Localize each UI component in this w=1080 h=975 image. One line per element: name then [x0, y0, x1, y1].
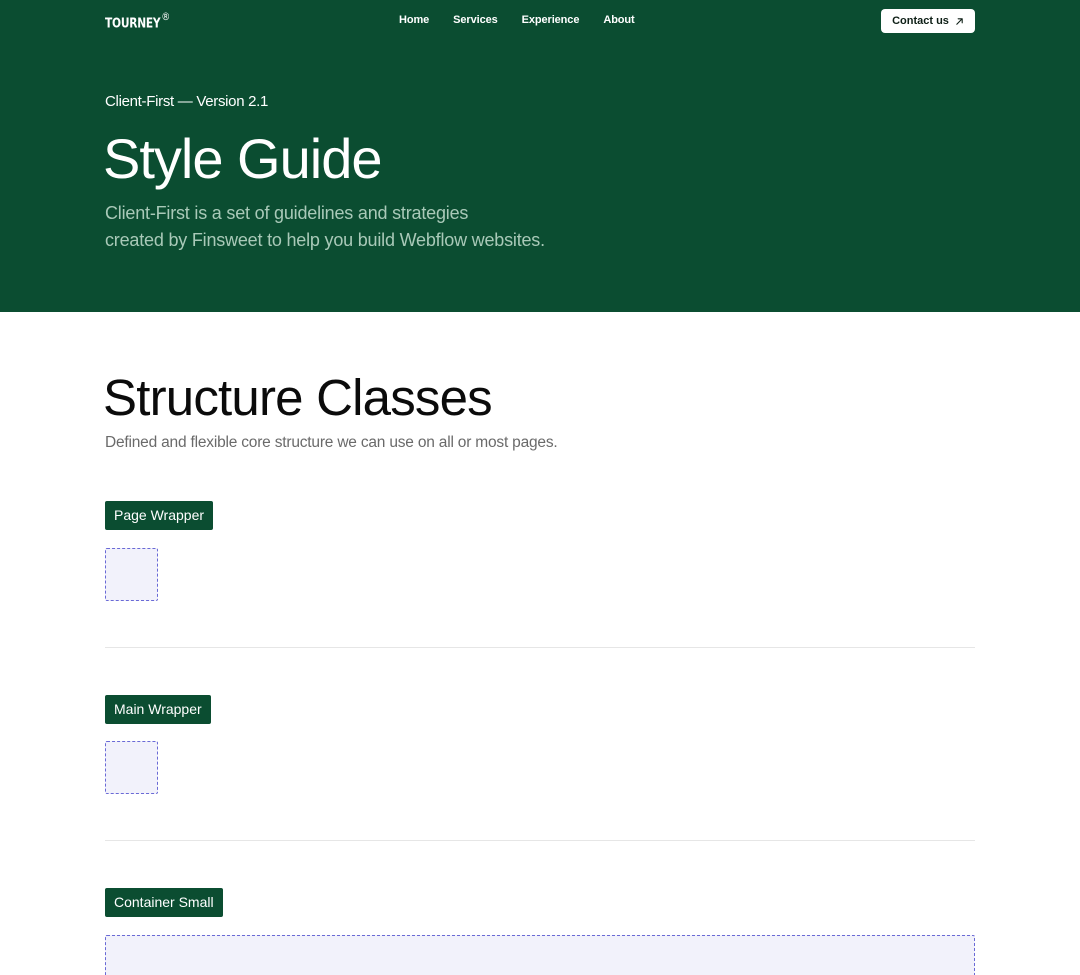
contact-us-label: Contact us [892, 15, 949, 27]
nav-link-about[interactable]: About [603, 14, 634, 26]
arrow-up-right-icon [956, 17, 963, 25]
nav-link-home[interactable]: Home [399, 14, 429, 26]
main-wrapper-demo-box [105, 741, 158, 794]
page-wrapper-demo-box [105, 548, 158, 601]
contact-us-button[interactable]: Contact us [881, 9, 975, 33]
nav-links: Home Services Experience About [399, 14, 635, 26]
section-title: Structure Classes [103, 369, 493, 426]
hero-section: TOURNEY® Home Services Experience About … [0, 0, 1080, 312]
container-small-demo-box [105, 935, 975, 975]
registered-mark: ® [161, 10, 170, 23]
divider [105, 840, 975, 841]
hero-description: Client-First is a set of guidelines and … [105, 200, 625, 254]
page-title: Style Guide [103, 127, 382, 190]
hero-description-line-2: created by Finsweet to help you build We… [105, 230, 545, 250]
nav-link-services[interactable]: Services [453, 14, 498, 26]
hero-description-line-1: Client-First is a set of guidelines and … [105, 203, 469, 223]
divider [105, 647, 975, 648]
top-nav: TOURNEY® Home Services Experience About … [105, 0, 975, 43]
container-small-tag: Container Small [105, 888, 223, 917]
logo[interactable]: TOURNEY® [105, 10, 170, 32]
section-description: Defined and flexible core structure we c… [105, 434, 558, 451]
page-wrapper-tag: Page Wrapper [105, 501, 214, 530]
nav-link-experience[interactable]: Experience [522, 14, 580, 26]
logo-text: TOURNEY [105, 16, 161, 32]
hero-eyebrow: Client-First — Version 2.1 [105, 93, 269, 110]
main-wrapper-tag: Main Wrapper [105, 695, 211, 724]
